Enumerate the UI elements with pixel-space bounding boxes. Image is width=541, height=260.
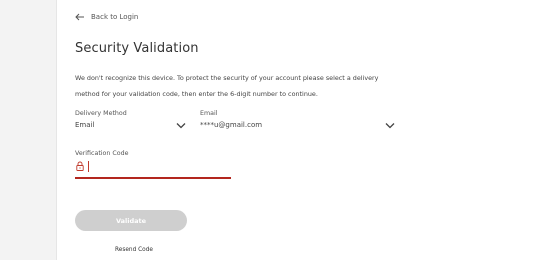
back-to-login-label: Back to Login bbox=[91, 13, 139, 21]
arrow-left-icon bbox=[75, 13, 84, 21]
back-to-login-link[interactable]: Back to Login bbox=[75, 13, 138, 21]
delivery-method-select[interactable]: Email bbox=[75, 121, 94, 129]
chevron-down-icon[interactable] bbox=[385, 122, 395, 129]
resend-code-link[interactable]: Resend Code bbox=[115, 247, 153, 253]
validate-button[interactable]: Validate bbox=[75, 210, 187, 231]
email-select[interactable]: ****u@gmail.com bbox=[200, 121, 262, 129]
delivery-method-label: Delivery Method bbox=[75, 110, 127, 117]
page-title: Security Validation bbox=[75, 41, 199, 56]
email-label: Email bbox=[200, 110, 218, 117]
verification-code-label: Verification Code bbox=[75, 150, 129, 157]
verification-code-input[interactable] bbox=[91, 160, 226, 172]
security-validation-panel: Back to Login Security Validation We don… bbox=[56, 0, 541, 260]
chevron-down-icon[interactable] bbox=[176, 122, 186, 129]
page: Back to Login Security Validation We don… bbox=[0, 0, 541, 260]
lock-icon bbox=[76, 161, 84, 171]
verification-code-underline bbox=[75, 177, 231, 179]
text-cursor bbox=[88, 161, 89, 172]
description-text: We don't recognize this device. To prote… bbox=[75, 74, 379, 98]
